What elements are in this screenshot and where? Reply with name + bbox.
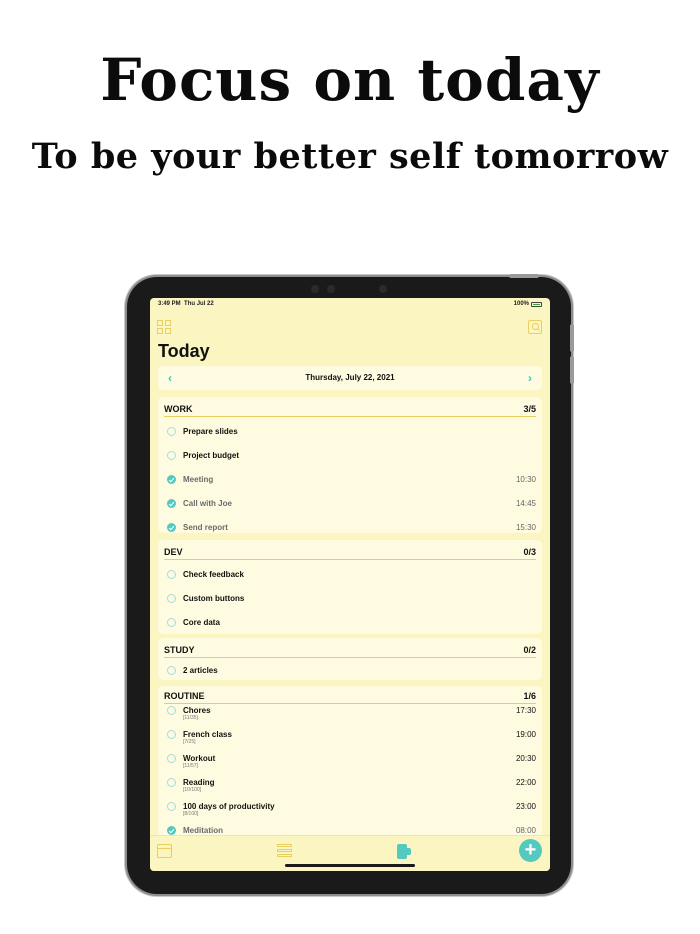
task-row[interactable]: Check feedback bbox=[164, 566, 536, 586]
app-screen: 3:49 PM Thu Jul 22 100% Today ‹ Thursday… bbox=[150, 298, 550, 871]
calendar-icon[interactable] bbox=[157, 844, 172, 858]
home-indicator bbox=[285, 864, 415, 867]
tablet-volume-down bbox=[570, 356, 574, 384]
section-header: STUDY 0/2 bbox=[164, 644, 536, 658]
task-row[interactable]: Project budget bbox=[164, 447, 536, 467]
checkmark-circle-icon[interactable] bbox=[167, 826, 176, 835]
tablet-top-button bbox=[509, 274, 539, 278]
date-navigator: ‹ Thursday, July 22, 2021 › bbox=[158, 366, 542, 390]
section-work: WORK 3/5 Prepare slides Project budget M… bbox=[158, 397, 542, 533]
task-row[interactable]: Reading [10/100] 22:00 bbox=[164, 774, 536, 794]
section-header: WORK 3/5 bbox=[164, 403, 536, 417]
checkbox-circle-icon[interactable] bbox=[167, 730, 176, 739]
task-row[interactable]: Chores [11/35] 17:30 bbox=[164, 702, 536, 722]
checkmark-circle-icon[interactable] bbox=[167, 499, 176, 508]
section-routine: ROUTINE 1/6 Chores [11/35] 17:30 French … bbox=[158, 686, 542, 838]
task-row[interactable]: Call with Joe 14:45 bbox=[164, 495, 536, 515]
search-icon[interactable] bbox=[528, 320, 542, 334]
task-row[interactable]: Custom buttons bbox=[164, 590, 536, 610]
checkbox-circle-icon[interactable] bbox=[167, 778, 176, 787]
camera-dot bbox=[379, 285, 387, 293]
task-row[interactable]: Send report 15:30 bbox=[164, 519, 536, 539]
checkbox-circle-icon[interactable] bbox=[167, 594, 176, 603]
bottom-tab-bar: + bbox=[150, 835, 550, 871]
task-row[interactable]: 2 articles bbox=[164, 662, 536, 682]
headline-subtitle: To be your better self tomorrow bbox=[31, 136, 669, 177]
page-title: Today bbox=[158, 341, 210, 361]
task-row[interactable]: Workout [11/57] 20:30 bbox=[164, 750, 536, 770]
camera-dot bbox=[311, 285, 319, 293]
current-date: Thursday, July 22, 2021 bbox=[305, 373, 395, 382]
checkbox-circle-icon[interactable] bbox=[167, 427, 176, 436]
focus-icon[interactable] bbox=[397, 844, 411, 859]
checkbox-circle-icon[interactable] bbox=[167, 618, 176, 627]
status-time: 3:49 PM Thu Jul 22 bbox=[158, 301, 214, 307]
section-dev: DEV 0/3 Check feedback Custom buttons Co… bbox=[158, 540, 542, 634]
chevron-right-icon[interactable]: › bbox=[528, 371, 532, 385]
status-battery: 100% bbox=[514, 301, 542, 307]
tablet-volume-up bbox=[570, 324, 574, 352]
checkbox-circle-icon[interactable] bbox=[167, 451, 176, 460]
list-icon[interactable] bbox=[277, 844, 292, 858]
task-row[interactable]: 100 days of productivity [8/100] 23:00 bbox=[164, 798, 536, 818]
checkbox-circle-icon[interactable] bbox=[167, 666, 176, 675]
headline-title: Focus on today bbox=[100, 46, 600, 114]
section-study: STUDY 0/2 2 articles bbox=[158, 638, 542, 680]
battery-icon bbox=[531, 301, 542, 307]
checkmark-circle-icon[interactable] bbox=[167, 475, 176, 484]
section-header: DEV 0/3 bbox=[164, 546, 536, 560]
checkmark-circle-icon[interactable] bbox=[167, 523, 176, 532]
checkbox-circle-icon[interactable] bbox=[167, 754, 176, 763]
task-row[interactable]: Meeting 10:30 bbox=[164, 471, 536, 491]
task-row[interactable]: Prepare slides bbox=[164, 423, 536, 443]
add-task-button[interactable]: + bbox=[519, 839, 542, 862]
checkbox-circle-icon[interactable] bbox=[167, 570, 176, 579]
task-row[interactable]: French class [7/25] 19:00 bbox=[164, 726, 536, 746]
checkbox-circle-icon[interactable] bbox=[167, 802, 176, 811]
task-row[interactable]: Core data bbox=[164, 614, 536, 634]
checkbox-circle-icon[interactable] bbox=[167, 706, 176, 715]
camera-dot bbox=[327, 285, 335, 293]
grid-icon[interactable] bbox=[157, 320, 173, 336]
